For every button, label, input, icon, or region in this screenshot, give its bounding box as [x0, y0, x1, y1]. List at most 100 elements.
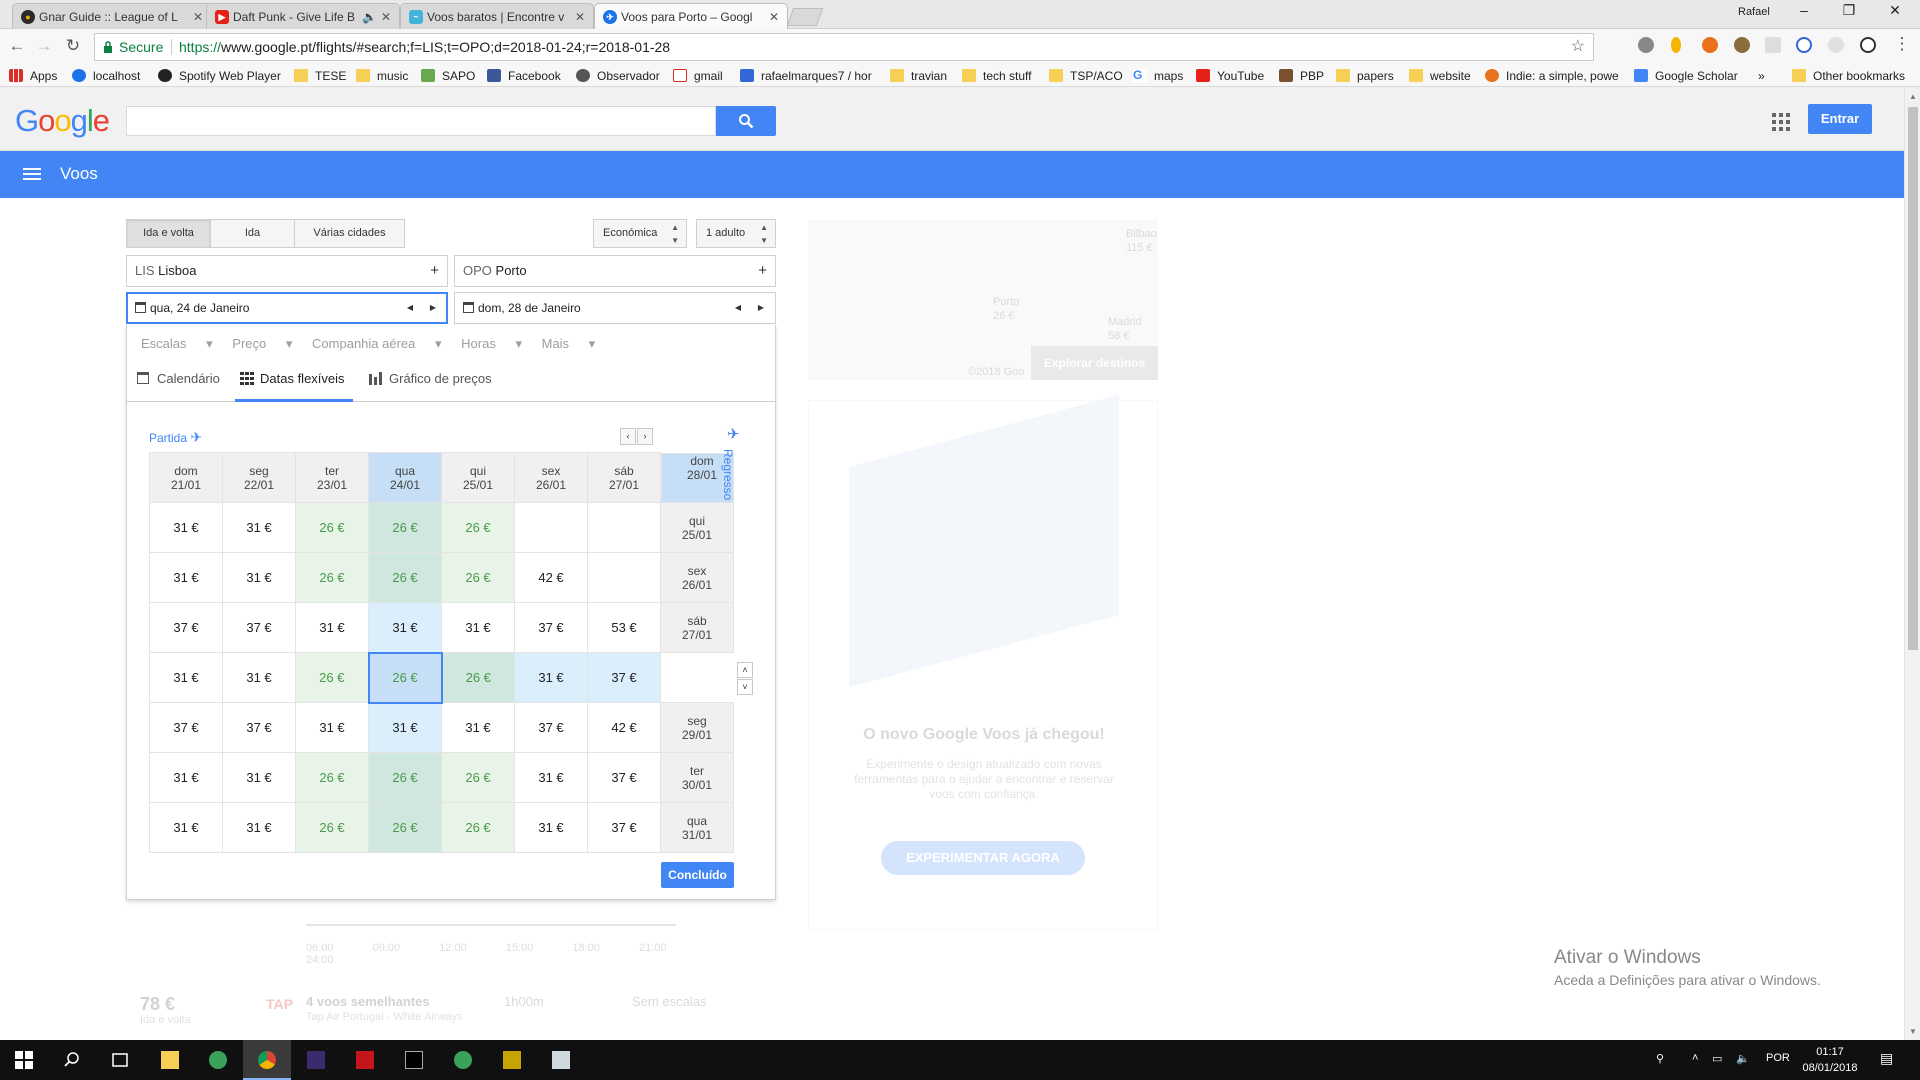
bookmark-star-icon[interactable]: ☆ [1571, 34, 1585, 60]
browser-tab-voos-baratos[interactable]: ~ Voos baratos | Encontre v ✕ [400, 3, 594, 30]
explore-destinations-button[interactable]: Explorar destinos [1031, 346, 1158, 380]
price-cell[interactable]: 42 € [587, 702, 661, 753]
forward-icon[interactable]: → [34, 37, 54, 55]
price-cell[interactable]: 31 € [441, 702, 515, 753]
prev-date-icon[interactable]: ◀ [407, 293, 413, 323]
search-button[interactable] [716, 106, 776, 136]
price-cell[interactable]: 31 € [149, 502, 223, 553]
trip-type-multi-city[interactable]: Várias cidades [294, 219, 405, 248]
new-tab-button[interactable] [786, 8, 824, 26]
menu-dots-icon[interactable]: ⋮ [1892, 35, 1912, 53]
bookmark-tech-stuff[interactable]: tech stuff [962, 68, 1031, 84]
price-cell[interactable]: 26 € [295, 752, 369, 803]
file-explorer-taskbar[interactable] [146, 1040, 194, 1080]
done-button[interactable]: Concluído [661, 862, 734, 888]
filter-airline[interactable]: Companhia aérea ▾ [312, 336, 442, 351]
extension-block-icon[interactable] [1796, 37, 1812, 53]
grid-next-icon[interactable]: › [637, 428, 653, 445]
price-cell[interactable]: 31 € [295, 602, 369, 653]
reload-icon[interactable]: ↻ [63, 37, 83, 55]
bookmark-other[interactable]: Other bookmarks [1792, 68, 1905, 84]
filter-more[interactable]: Mais ▾ [542, 336, 596, 351]
people-icon[interactable]: ⚲ [1656, 1052, 1664, 1065]
price-cell[interactable]: 37 € [149, 702, 223, 753]
price-cell[interactable]: 37 € [514, 702, 588, 753]
price-cell[interactable]: 26 € [295, 502, 369, 553]
hamburger-menu-icon[interactable] [23, 168, 41, 181]
result-title[interactable]: 4 voos semelhantes [306, 994, 430, 1009]
browser-tab-voos-porto[interactable]: ✈ Voos para Porto – Googl ✕ [594, 3, 788, 31]
volume-icon[interactable]: 🔈 [1736, 1052, 1750, 1065]
grid-prev-icon[interactable]: ‹ [620, 428, 636, 445]
add-destination-icon[interactable]: + [758, 256, 767, 286]
next-date-icon[interactable]: ▶ [430, 293, 436, 323]
bookmarks-overflow[interactable]: » [1758, 68, 1765, 84]
price-cell[interactable]: 31 € [441, 602, 515, 653]
price-cell[interactable]: 26 € [368, 752, 442, 803]
price-cell[interactable]: 26 € [368, 502, 442, 553]
price-cell[interactable]: 31 € [368, 702, 442, 753]
price-cell[interactable]: 26 € [295, 652, 369, 703]
trip-type-round-trip[interactable]: Ida e volta [126, 219, 211, 248]
price-cell[interactable]: 42 € [514, 552, 588, 603]
next-date-icon[interactable]: ▶ [758, 293, 764, 323]
bookmark-papers[interactable]: papers [1336, 68, 1394, 84]
language-indicator[interactable]: POR [1766, 1052, 1790, 1064]
bookmark-facebook[interactable]: Facebook [487, 68, 561, 84]
task-view-button[interactable] [96, 1040, 144, 1080]
bookmark-google-scholar[interactable]: Google Scholar [1634, 68, 1738, 84]
start-button[interactable] [0, 1040, 48, 1080]
price-cell[interactable]: 26 € [368, 802, 442, 853]
add-origin-icon[interactable]: + [430, 256, 439, 286]
price-cell[interactable]: 31 € [368, 602, 442, 653]
sign-in-button[interactable]: Entrar [1808, 104, 1872, 134]
price-cell[interactable]: 26 € [368, 552, 442, 603]
price-cell[interactable]: 31 € [222, 802, 296, 853]
price-cell[interactable]: 31 € [149, 552, 223, 603]
price-cell[interactable]: 37 € [587, 752, 661, 803]
scroll-up-icon[interactable]: ˄ [737, 662, 753, 678]
app-taskbar-window[interactable] [537, 1040, 585, 1080]
price-cell[interactable]: 31 € [149, 652, 223, 703]
bookmark-spotify[interactable]: Spotify Web Player [158, 68, 281, 84]
bookmark-travian[interactable]: travian [890, 68, 947, 84]
extension-gear-icon[interactable] [1828, 37, 1844, 53]
time-slider-track[interactable] [306, 924, 676, 926]
bookmark-observador[interactable]: Observador [576, 68, 660, 84]
extension-badge-icon[interactable] [1734, 37, 1750, 53]
bookmark-sapo[interactable]: SAPO [421, 68, 475, 84]
league-taskbar[interactable] [488, 1040, 536, 1080]
close-tab-icon[interactable]: ✕ [193, 4, 203, 30]
close-tab-icon[interactable]: ✕ [381, 4, 391, 30]
terminal-taskbar[interactable] [390, 1040, 438, 1080]
price-cell[interactable]: 31 € [514, 802, 588, 853]
speaker-icon[interactable]: 🔈 [362, 4, 377, 30]
bookmark-apps[interactable]: Apps [9, 68, 57, 84]
minimize-icon[interactable]: – [1789, 2, 1819, 18]
network-icon[interactable]: ▭ [1712, 1052, 1722, 1065]
back-icon[interactable]: ← [7, 37, 27, 55]
bookmark-youtube[interactable]: YouTube [1196, 68, 1264, 84]
prev-date-icon[interactable]: ◀ [735, 293, 741, 323]
return-date-field[interactable]: dom, 28 de Janeiro ◀ ▶ [454, 292, 776, 324]
price-cell[interactable]: 26 € [441, 552, 515, 603]
price-cell[interactable]: 31 € [222, 552, 296, 603]
price-cell[interactable]: 37 € [222, 602, 296, 653]
tab-calendar[interactable]: Calendário [137, 371, 220, 391]
price-cell[interactable]: 31 € [514, 752, 588, 803]
filter-stops[interactable]: Escalas ▾ [141, 336, 213, 351]
extension-bulb-icon[interactable] [1671, 37, 1681, 53]
price-cell[interactable]: 37 € [587, 802, 661, 853]
price-cell[interactable]: 53 € [587, 602, 661, 653]
close-tab-icon[interactable]: ✕ [575, 4, 585, 30]
page-scrollbar[interactable]: ▲ ▼ [1904, 87, 1920, 1040]
price-cell[interactable]: 31 € [222, 652, 296, 703]
price-cell[interactable]: 31 € [222, 752, 296, 803]
notifications-icon[interactable]: ▤ [1880, 1050, 1893, 1067]
bookmark-tese[interactable]: TESE [294, 68, 346, 84]
filter-times[interactable]: Horas ▾ [461, 336, 522, 351]
price-cell[interactable]: 37 € [587, 652, 661, 703]
tab-flexible-dates[interactable]: Datas flexíveis [240, 371, 345, 391]
system-clock[interactable]: 01:17 08/01/2018 [1800, 1044, 1860, 1076]
trip-type-one-way[interactable]: Ida [210, 219, 295, 248]
